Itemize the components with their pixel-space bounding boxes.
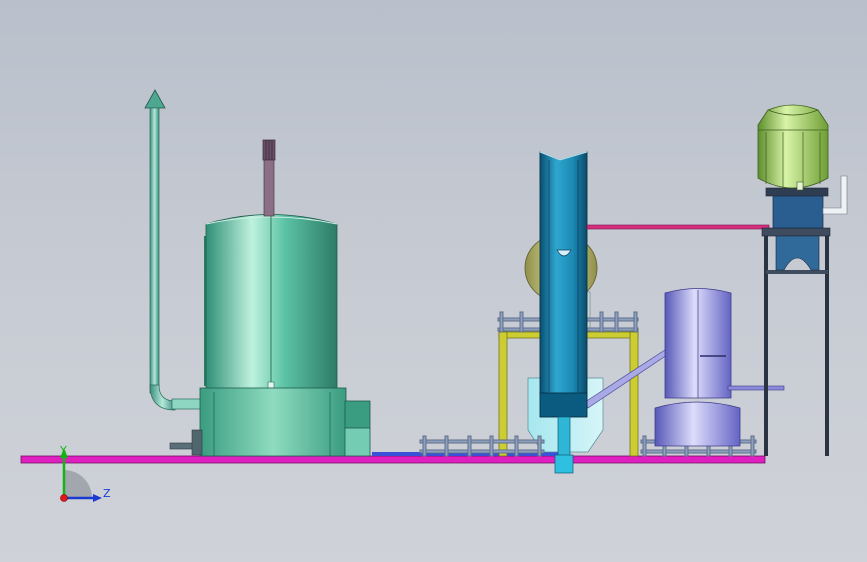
transfer-pipe[interactable] <box>586 224 770 230</box>
axis-z-label: Z <box>103 487 111 500</box>
exhaust-stack[interactable] <box>262 139 276 217</box>
water-tower[interactable] <box>761 175 848 456</box>
base-plate[interactable] <box>20 455 766 464</box>
ground-railing-center[interactable] <box>419 435 545 457</box>
axis-y-label: Y <box>59 444 67 457</box>
cad-viewport[interactable]: Y Z <box>0 0 867 562</box>
main-tank[interactable] <box>169 214 371 457</box>
chimney-pipe[interactable] <box>144 89 203 411</box>
top-storage-tank[interactable] <box>757 104 829 191</box>
